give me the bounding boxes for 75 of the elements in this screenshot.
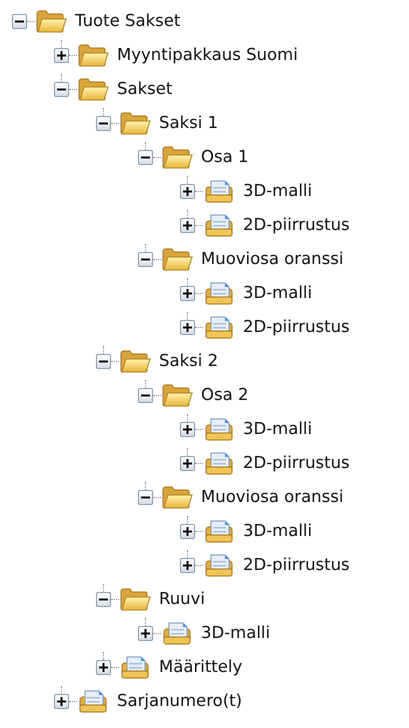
- collapse-button[interactable]: [96, 592, 111, 606]
- expand-button[interactable]: [180, 524, 195, 538]
- tree-item[interactable]: Saksi 2: [159, 351, 218, 371]
- plus-icon: [57, 50, 66, 60]
- plus-icon: [183, 458, 192, 468]
- tree-item[interactable]: 3D-malli: [243, 419, 312, 439]
- collapse-button[interactable]: [96, 354, 111, 368]
- tree-item[interactable]: Muoviosa oranssi: [201, 487, 344, 507]
- folder-icon: [161, 485, 193, 509]
- folder-icon: [119, 587, 151, 611]
- tree-item[interactable]: 2D-piirrustus: [243, 453, 350, 473]
- tree-item[interactable]: 2D-piirrustus: [243, 215, 350, 235]
- tree-item[interactable]: Muoviosa oranssi: [201, 249, 344, 269]
- expand-button[interactable]: [180, 218, 195, 232]
- tree-item[interactable]: Määrittely: [159, 657, 242, 677]
- tree-item[interactable]: 3D-malli: [243, 521, 312, 541]
- tree-item[interactable]: Myyntipakkaus Suomi: [117, 45, 298, 65]
- expand-button[interactable]: [54, 48, 69, 62]
- folder-icon: [161, 145, 193, 169]
- tree-item[interactable]: 3D-malli: [243, 283, 312, 303]
- document-icon: [161, 621, 193, 645]
- collapse-button[interactable]: [54, 82, 69, 96]
- collapse-button[interactable]: [138, 490, 153, 504]
- collapse-button[interactable]: [138, 252, 153, 266]
- document-icon: [77, 689, 109, 713]
- collapse-button[interactable]: [138, 388, 153, 402]
- document-icon: [203, 519, 235, 543]
- plus-icon: [183, 288, 192, 298]
- collapse-button[interactable]: [138, 150, 153, 164]
- plus-icon: [183, 560, 192, 570]
- folder-icon: [161, 247, 193, 271]
- tree-item[interactable]: 2D-piirrustus: [243, 555, 350, 575]
- document-icon: [203, 451, 235, 475]
- tree-item[interactable]: 3D-malli: [201, 623, 270, 643]
- expand-button[interactable]: [96, 660, 111, 674]
- tree-item[interactable]: Sakset: [117, 79, 172, 99]
- expand-button[interactable]: [138, 626, 153, 640]
- plus-icon: [183, 220, 192, 230]
- folder-icon: [161, 383, 193, 407]
- document-icon: [203, 315, 235, 339]
- expand-button[interactable]: [180, 456, 195, 470]
- tree-item[interactable]: Saksi 1: [159, 113, 218, 133]
- expand-button[interactable]: [180, 320, 195, 334]
- document-icon: [203, 281, 235, 305]
- document-icon: [203, 553, 235, 577]
- folder-icon: [77, 43, 109, 67]
- folder-icon: [119, 349, 151, 373]
- tree-item[interactable]: Sarjanumero(t): [117, 691, 242, 711]
- tree-item[interactable]: Osa 2: [201, 385, 248, 405]
- plus-icon: [183, 186, 192, 196]
- document-icon: [203, 179, 235, 203]
- folder-icon: [35, 9, 67, 33]
- plus-icon: [141, 628, 150, 638]
- plus-icon: [183, 322, 192, 332]
- folder-icon: [77, 77, 109, 101]
- document-icon: [203, 417, 235, 441]
- expand-button[interactable]: [54, 694, 69, 708]
- document-icon: [119, 655, 151, 679]
- plus-icon: [57, 696, 66, 706]
- tree-item[interactable]: Tuote Sakset: [75, 11, 180, 31]
- tree-item[interactable]: 2D-piirrustus: [243, 317, 350, 337]
- tree-item[interactable]: Ruuvi: [159, 589, 205, 609]
- tree-item[interactable]: Osa 1: [201, 147, 248, 167]
- tree-item[interactable]: 3D-malli: [243, 181, 312, 201]
- plus-icon: [99, 662, 108, 672]
- document-icon: [203, 213, 235, 237]
- expand-button[interactable]: [180, 286, 195, 300]
- expand-button[interactable]: [180, 558, 195, 572]
- collapse-button[interactable]: [96, 116, 111, 130]
- plus-icon: [183, 424, 192, 434]
- expand-button[interactable]: [180, 184, 195, 198]
- folder-icon: [119, 111, 151, 135]
- expand-button[interactable]: [180, 422, 195, 436]
- plus-icon: [183, 526, 192, 536]
- collapse-button[interactable]: [12, 14, 27, 28]
